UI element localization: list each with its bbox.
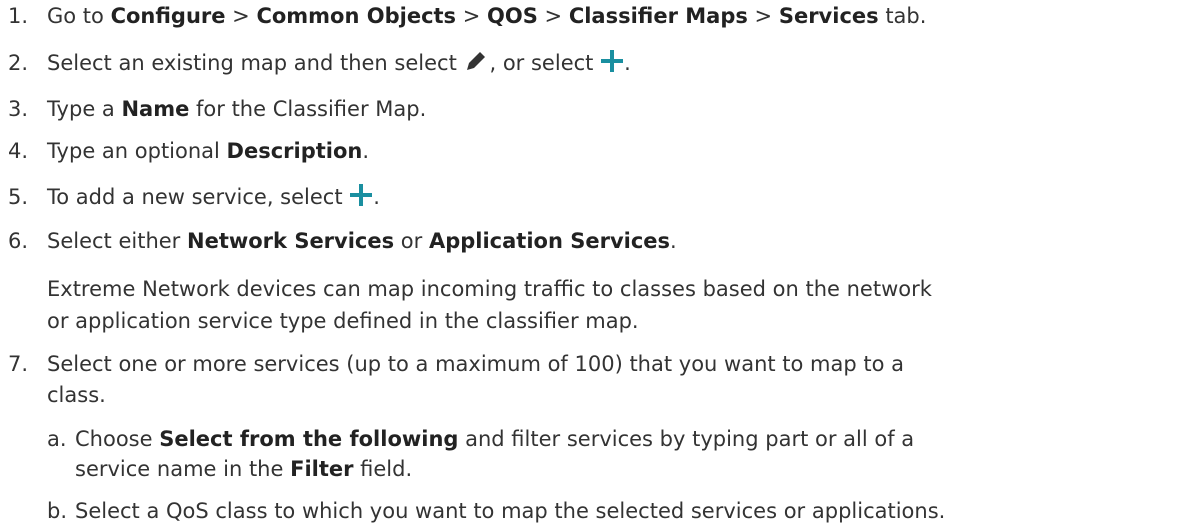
step-number: 1. — [8, 3, 29, 28]
step-note-line: Extreme Network devices can map incoming… — [47, 276, 932, 301]
field-filter: Filter — [290, 457, 354, 482]
plus-icon — [349, 183, 373, 207]
option-network-services: Network Services — [187, 228, 395, 253]
tab-services: Services — [778, 3, 879, 28]
text: Choose — [75, 426, 160, 451]
separator: > — [747, 3, 779, 28]
step-number: 4. — [8, 139, 29, 164]
step-note-line: or application service type defined in t… — [47, 308, 639, 333]
step-text: Select one or more services (up to a max… — [47, 352, 905, 377]
text: Select an existing map and then select — [47, 51, 464, 76]
text: service name in the — [75, 457, 291, 482]
separator: > — [537, 3, 569, 28]
text: . — [373, 185, 380, 209]
step-number: 5. — [8, 185, 29, 209]
step-number: 2. — [8, 51, 29, 76]
menu-common-objects: Common Objects — [256, 3, 457, 28]
field-description: Description — [226, 139, 363, 164]
text: for the Classifier Map. — [189, 96, 427, 121]
text: Type an optional — [47, 139, 227, 164]
text: tab. — [878, 3, 927, 28]
text: , or select — [489, 51, 601, 76]
text: Type a — [47, 96, 122, 121]
substep-text: Select a QoS class to which you want to … — [75, 499, 946, 523]
step-text: Type a Name for the Classifier Map. — [47, 95, 426, 123]
pencil-icon — [463, 48, 489, 74]
menu-configure: Configure — [110, 3, 226, 28]
field-name: Name — [121, 96, 190, 121]
step-text: Go to Configure > Common Objects > QOS >… — [47, 2, 926, 30]
text: Select either — [47, 228, 187, 253]
text: To add a new service, select — [47, 185, 350, 209]
menu-qos: QOS — [487, 3, 538, 28]
step-text: Select an existing map and then select ,… — [47, 49, 631, 77]
step-text: To add a new service, select . — [47, 183, 380, 211]
menu-classifier-maps: Classifier Maps — [568, 3, 748, 28]
step-text: Type an optional Description. — [47, 137, 369, 165]
text: . — [670, 228, 677, 253]
step-number: 3. — [8, 96, 29, 121]
step-number: 7. — [8, 352, 29, 377]
separator: > — [225, 3, 257, 28]
text: . — [362, 139, 370, 164]
text: field. — [353, 457, 413, 482]
text: and filter services by typing part or al… — [458, 426, 915, 451]
option-application-services: Application Services — [428, 228, 671, 253]
plus-icon — [600, 49, 624, 73]
substep-letter: b. — [47, 499, 68, 523]
procedure-document: 1. Go to Configure > Common Objects > QO… — [0, 0, 1184, 529]
text: . — [624, 51, 631, 76]
substep-letter: a. — [47, 426, 67, 451]
step-text: Select either Network Services or Applic… — [47, 227, 677, 255]
substep-text: service name in the Filter field. — [75, 455, 412, 483]
text: Go to — [47, 3, 111, 28]
text: or — [394, 228, 429, 253]
option-select-from-following: Select from the following — [159, 426, 459, 451]
step-number: 6. — [8, 228, 29, 253]
separator: > — [456, 3, 488, 28]
substep-text: Choose Select from the following and fil… — [75, 425, 914, 453]
step-text: class. — [47, 382, 106, 407]
